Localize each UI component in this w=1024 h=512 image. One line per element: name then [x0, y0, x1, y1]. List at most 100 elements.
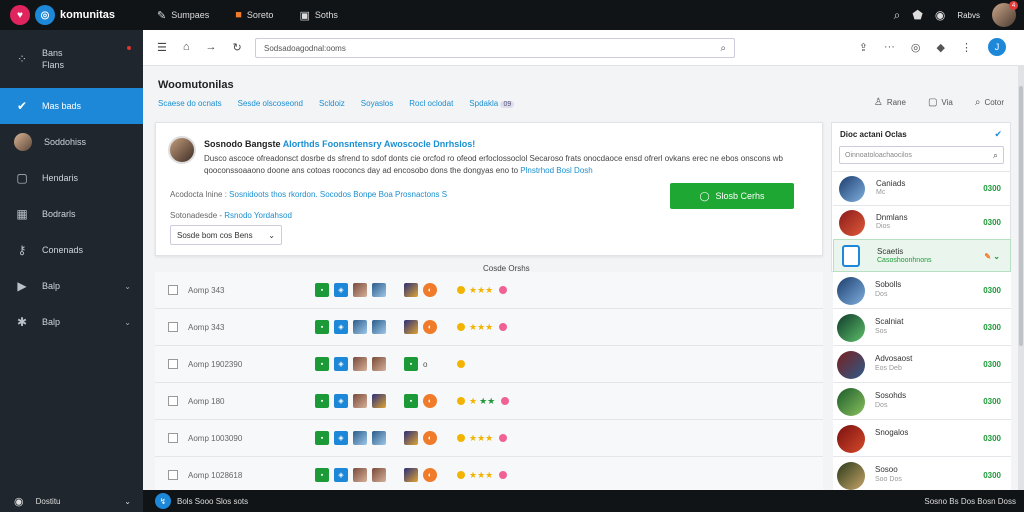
- table-row[interactable]: Aomp 1902390 ▪ ◈ ▪ o: [155, 346, 823, 383]
- pink-dot-icon: [499, 471, 508, 479]
- meta-link[interactable]: Sosnidoots thos rkordon. Socodos Bonpe B…: [229, 190, 447, 199]
- star-icon: ✱: [16, 315, 28, 329]
- crumb-1[interactable]: Scaese do ocnats: [158, 99, 222, 108]
- row-badges: ▪ ◈ ◐: [315, 468, 437, 482]
- item-value: 0300: [983, 360, 1001, 369]
- post-meta-row: Acodocta lnine : Sosnidoots thos rkordon…: [170, 190, 447, 199]
- home-icon[interactable]: ⌂: [183, 41, 190, 54]
- post-body-link[interactable]: Plnstrhod Bosl Dosh: [520, 166, 592, 175]
- primary-action-button[interactable]: ◯ Slosb Cerhs: [670, 183, 794, 209]
- table-row[interactable]: Aomp 343 ▪ ◈ ◐ ★★★: [155, 272, 823, 309]
- right-list-item[interactable]: Advosaost Eos Deb 0300: [833, 346, 1011, 383]
- sidebar-item-conenads[interactable]: ⚷ Conenads: [0, 232, 143, 268]
- crumb-5[interactable]: Rocl oclodat: [409, 99, 453, 108]
- right-list-item[interactable]: Snogalos 0300: [833, 420, 1011, 457]
- top-nav-item-3[interactable]: ▣ Soths: [299, 9, 337, 22]
- meta-link[interactable]: Rsnodo Yordahsod: [224, 211, 292, 220]
- row-checkbox[interactable]: [168, 396, 178, 406]
- row-checkbox[interactable]: [168, 359, 178, 369]
- check-icon[interactable]: ✔: [994, 129, 1002, 140]
- bell-icon[interactable]: ◆: [937, 41, 945, 54]
- top-nav-item-2[interactable]: ■ Soreto: [235, 9, 273, 22]
- sidebar-item-balp-2[interactable]: ✱ Balp ⌄: [0, 304, 143, 340]
- row-checkbox[interactable]: [168, 470, 178, 480]
- brand[interactable]: ♥ ◎ komunitas: [0, 5, 143, 25]
- row-checkbox[interactable]: [168, 322, 178, 332]
- right-list-item[interactable]: Scalniat Sos 0300: [833, 309, 1011, 346]
- search-icon[interactable]: ⌕: [894, 8, 901, 23]
- crumb-2[interactable]: Sesde olscoseond: [238, 99, 303, 108]
- search-bar[interactable]: ⌕: [255, 38, 735, 58]
- thumbnail-icon: [837, 314, 865, 342]
- right-list-item[interactable]: Sobolls Dos 0300: [833, 272, 1011, 309]
- row-count: o: [423, 359, 428, 369]
- target-icon[interactable]: ◎: [911, 41, 921, 54]
- crumb-3[interactable]: Scldoiz: [319, 99, 345, 108]
- action-cotor[interactable]: ⌕ Cotor: [975, 97, 1004, 108]
- sidebar-item-bodrarls[interactable]: ▦ Bodrarls: [0, 196, 143, 232]
- sort-dropdown[interactable]: Sosde bom cos Bens ⌄: [170, 225, 282, 245]
- sidebar-item-balp[interactable]: ▶ Balp ⌄: [0, 268, 143, 304]
- meta-label: Acodocta lnine :: [170, 190, 227, 199]
- arrow-right-icon[interactable]: →: [206, 41, 217, 54]
- panel-list-item[interactable]: Caniads Mc 0300: [833, 171, 1011, 204]
- edit-icon[interactable]: ✎ ⌄: [984, 252, 1000, 261]
- top-right-label[interactable]: Rabvs: [957, 11, 980, 20]
- search-icon[interactable]: ⌕: [993, 150, 998, 161]
- bottom-bar: ◉ Dostitu ⌄ ↯ Bols Sooo Slos sots Sosno …: [0, 490, 1024, 512]
- row-checkbox[interactable]: [168, 433, 178, 443]
- item-sub: Dos: [875, 402, 888, 409]
- menu-icon[interactable]: ☰: [157, 41, 167, 54]
- right-list-item[interactable]: Sosohds Dos 0300: [833, 383, 1011, 420]
- panel-search-bar[interactable]: Oinnoatoloachaocilos ⌕: [839, 146, 1004, 164]
- avatar[interactable]: [168, 136, 196, 164]
- star-icon: ★★★: [469, 469, 494, 480]
- settings-circle-icon[interactable]: ◉: [935, 8, 945, 22]
- panel-list-item-selected[interactable]: Scaetis Casoshoonhnons ✎ ⌄: [833, 239, 1011, 272]
- user-avatar[interactable]: 4: [992, 1, 1018, 27]
- panel-list-item[interactable]: Dnmlans Dios 0300: [833, 205, 1011, 238]
- star-icon: ★★★: [469, 432, 494, 443]
- panel-search-input[interactable]: Oinnoatoloachaocilos: [845, 152, 912, 159]
- search-icon[interactable]: ⌕: [720, 43, 726, 54]
- crumb-6[interactable]: Spdakla 09: [469, 99, 515, 108]
- profile-icon[interactable]: J: [988, 38, 1006, 56]
- row-badges: ▪ ◈ ▪ o: [315, 357, 427, 371]
- chevron-down-icon: ⌄: [993, 252, 1000, 261]
- table-row[interactable]: Aomp 1003090 ▪ ◈ ◐ ★★★: [155, 420, 823, 457]
- thumbnail-icon: [404, 320, 418, 334]
- more-vertical-icon[interactable]: ⋮: [961, 41, 972, 54]
- action-rane[interactable]: ♙ Rane: [874, 97, 906, 108]
- post-title-accent[interactable]: Alorthds Foonsntensry Awoscocle Dnrhslos…: [283, 139, 476, 149]
- crumb-4[interactable]: Soyaslos: [361, 99, 393, 108]
- main-content: Woomutonilas Scaese do ocnats Sesde olsc…: [143, 66, 1018, 494]
- sidebar-item-mas-bads[interactable]: ✔ Mas bads: [0, 88, 143, 124]
- item-name: Advosaost: [875, 354, 913, 363]
- coin-icon: [457, 397, 465, 405]
- chat-icon: ◯: [699, 190, 710, 201]
- row-checkbox[interactable]: [168, 285, 178, 295]
- share-icon[interactable]: ⇪: [859, 41, 868, 54]
- table-row[interactable]: Aomp 180 ▪ ◈ ▪ ◐ ★ ★★: [155, 383, 823, 420]
- scrollbar[interactable]: [1018, 66, 1024, 490]
- green-tag-icon: ▪: [404, 394, 418, 408]
- refresh-icon[interactable]: ↻: [233, 41, 242, 54]
- shield-icon[interactable]: ⬟: [912, 8, 922, 22]
- status-right: Sosno Bs Dos Bosn Doss: [924, 496, 1016, 506]
- check-icon: ✔: [16, 99, 28, 113]
- sidebar-item-soddohiss[interactable]: Soddohiss: [0, 124, 143, 160]
- table-row[interactable]: Aomp 1028618 ▪ ◈ ◐ ★★★: [155, 457, 823, 494]
- table-row[interactable]: Aomp 343 ▪ ◈ ◐ ★★★: [155, 309, 823, 346]
- green-tag-icon: ▪: [315, 320, 329, 334]
- scrollbar-thumb[interactable]: [1019, 86, 1023, 346]
- item-value: 0300: [983, 471, 1001, 480]
- action-via[interactable]: ▢ Via: [928, 97, 953, 108]
- item-name: Caniads: [876, 179, 906, 188]
- sidebar-item-bans[interactable]: ⁘ Bans Flans: [0, 30, 143, 88]
- sidebar-footer[interactable]: ◉ Dostitu ⌄: [0, 490, 143, 512]
- top-nav-item-1[interactable]: ✎ Sumpaes: [157, 9, 209, 22]
- sidebar-item-hendaris[interactable]: ▢ Hendaris: [0, 160, 143, 196]
- more-icon[interactable]: ···: [884, 41, 895, 53]
- right-list-item[interactable]: Sosoo Soo Dos 0300: [833, 457, 1011, 494]
- search-input[interactable]: [264, 43, 721, 53]
